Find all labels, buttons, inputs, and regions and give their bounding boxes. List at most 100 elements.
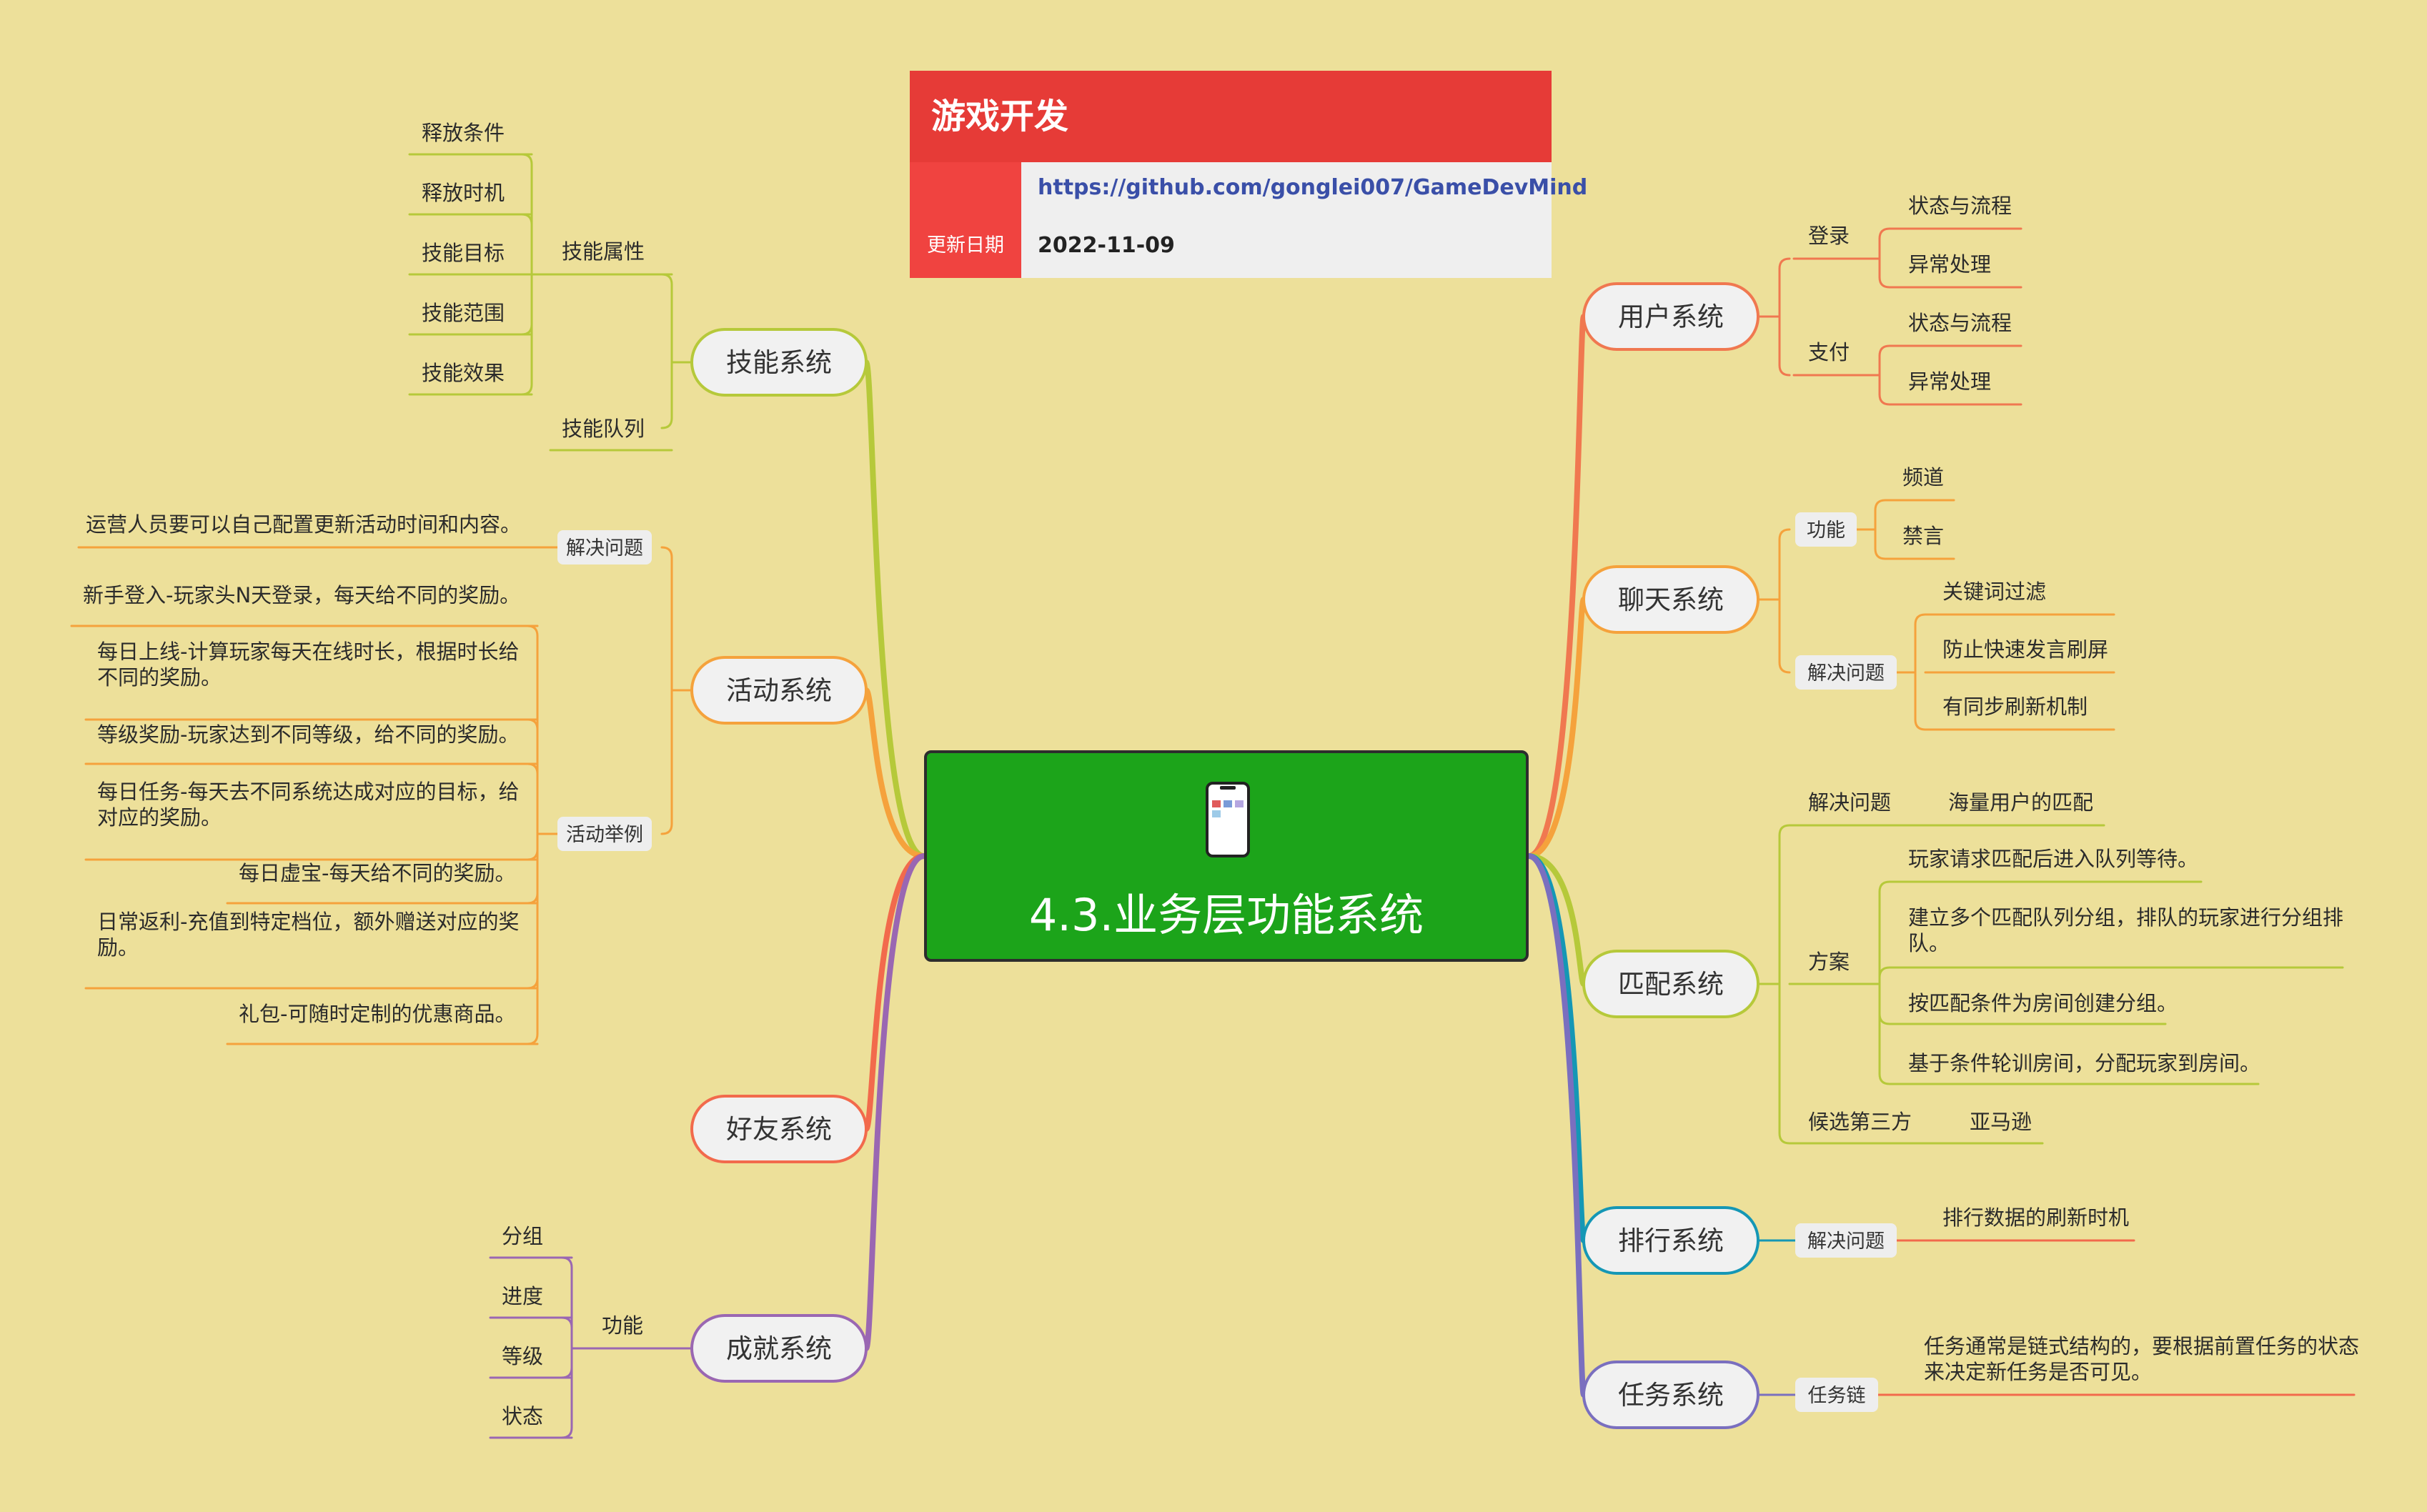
achievement-item: 等级 bbox=[502, 1344, 543, 1368]
connector bbox=[1914, 613, 1927, 674]
central-topic[interactable]: 4.3.业务层功能系统 bbox=[924, 750, 1529, 962]
branch-connector-skill bbox=[863, 359, 927, 859]
connector bbox=[1874, 528, 1887, 560]
user-sub-item: 状态与流程 bbox=[1908, 311, 2012, 335]
match-third-party: 亚马逊 bbox=[1970, 1110, 2032, 1134]
chat-problem-item: 防止快速发言刷屏 bbox=[1942, 637, 2108, 662]
skill-attribute-item: 释放条件 bbox=[422, 121, 505, 145]
branch-chat-label: 聊天系统 bbox=[1618, 585, 1724, 615]
achievement-function: 功能 bbox=[602, 1313, 643, 1338]
branch-connector-chat bbox=[1526, 597, 1587, 859]
match-plan-item: 基于条件轮训房间，分配玩家到房间。 bbox=[1908, 1051, 2260, 1075]
connector bbox=[520, 273, 533, 336]
skill-attribute-item: 技能范围 bbox=[422, 301, 505, 325]
chat-problem-item: 关键词过滤 bbox=[1942, 580, 2046, 604]
activity-example-item: 日常返利-充值到特定档位，额外赠送对应的奖 bbox=[97, 910, 519, 934]
chat-function-tag-label: 功能 bbox=[1807, 519, 1845, 542]
match-problem-text: 海量用户的匹配 bbox=[1948, 790, 2093, 815]
match-plan-item: 玩家请求匹配后进入队列等待。 bbox=[1908, 847, 2198, 871]
chat-function-item: 禁言 bbox=[1902, 524, 1944, 548]
connector bbox=[1878, 227, 1891, 260]
task-chain-tag-label: 任务链 bbox=[1808, 1385, 1866, 1407]
match-plan-label: 方案 bbox=[1808, 950, 1850, 974]
rank-problem-text: 排行数据的刷新时机 bbox=[1942, 1205, 2129, 1230]
branch-connector-user bbox=[1526, 314, 1587, 859]
mobile-phone-icon bbox=[1206, 782, 1250, 857]
skill-attribute-item: 释放时机 bbox=[422, 181, 505, 205]
connector bbox=[1778, 257, 1791, 318]
activity-example-item: 礼包-可随时定制的优惠商品。 bbox=[239, 1002, 515, 1026]
connector bbox=[560, 1347, 573, 1439]
connector bbox=[1878, 257, 1891, 289]
branch-connector-achievement bbox=[863, 853, 927, 1351]
activity-example-item: 等级奖励-玩家达到不同等级，给不同的奖励。 bbox=[97, 722, 519, 747]
central-topic-title: 4.3.业务层功能系统 bbox=[1028, 889, 1424, 941]
match-third-party-label: 候选第三方 bbox=[1808, 1110, 1912, 1134]
connector bbox=[560, 1316, 573, 1350]
connector bbox=[1778, 983, 1791, 1145]
user-sub-item: 异常处理 bbox=[1908, 369, 1991, 394]
connector bbox=[1914, 671, 1927, 731]
task-chain-text: 来决定新任务是否可见。 bbox=[1924, 1360, 2152, 1384]
skill-queue: 技能队列 bbox=[562, 417, 645, 441]
branch-rank-label: 排行系统 bbox=[1618, 1225, 1724, 1256]
connector bbox=[1778, 315, 1791, 377]
connector bbox=[660, 689, 673, 835]
match-problem-label: 解决问题 bbox=[1808, 790, 1891, 815]
chat-function-item: 频道 bbox=[1902, 465, 1944, 489]
activity-problem-text: 运营人员要可以自己配置更新活动时间和内容。 bbox=[86, 512, 521, 537]
task-chain-text: 任务通常是链式结构的，要根据前置任务的状态 bbox=[1924, 1334, 2359, 1358]
connector bbox=[1874, 499, 1887, 531]
activity-example-item: 新手登入-玩家头N天登录，每天给不同的奖励。 bbox=[83, 583, 520, 607]
activity-example-item: 不同的奖励。 bbox=[97, 665, 222, 690]
user-pay: 支付 bbox=[1808, 340, 1850, 364]
connector bbox=[526, 832, 539, 1045]
connector bbox=[660, 546, 673, 692]
activity-example-item: 每日任务-每天去不同系统达成对应的目标，给 bbox=[97, 780, 519, 804]
connector bbox=[1878, 966, 1891, 985]
connector bbox=[1778, 598, 1791, 674]
connector bbox=[1878, 374, 1891, 406]
connector bbox=[1778, 824, 1791, 985]
user-login: 登录 bbox=[1808, 224, 1850, 248]
connector bbox=[526, 832, 539, 861]
user-sub-item: 异常处理 bbox=[1908, 252, 1991, 277]
chat-problem-tag-label: 解决问题 bbox=[1807, 662, 1885, 685]
achievement-item: 进度 bbox=[502, 1284, 543, 1308]
connector bbox=[526, 625, 539, 835]
activity-example-item: 每日上线-计算玩家每天在线时长，根据时长给 bbox=[97, 640, 519, 664]
rank-problem-tag-label: 解决问题 bbox=[1807, 1230, 1885, 1253]
connector bbox=[1878, 983, 1891, 1025]
activity-examples-tag-label: 活动举例 bbox=[566, 824, 643, 846]
branch-task-label: 任务系统 bbox=[1618, 1380, 1724, 1411]
connector bbox=[560, 1347, 573, 1379]
chat-problem-item: 有同步刷新机制 bbox=[1942, 695, 2088, 719]
branch-activity-label: 活动系统 bbox=[726, 675, 832, 706]
user-sub-item: 状态与流程 bbox=[1908, 194, 2012, 218]
activity-example-item: 对应的奖励。 bbox=[97, 805, 222, 830]
match-plan-item: 建立多个匹配队列分组，排队的玩家进行分组排 bbox=[1908, 905, 2343, 930]
connector bbox=[660, 361, 673, 429]
skill-attributes: 技能属性 bbox=[562, 239, 645, 264]
branch-achievement-label: 成就系统 bbox=[726, 1333, 832, 1364]
connector bbox=[660, 273, 673, 364]
match-plan-item: 队。 bbox=[1908, 931, 1950, 955]
activity-problem-tag-label: 解决问题 bbox=[566, 537, 643, 559]
branch-match-label: 匹配系统 bbox=[1618, 969, 1724, 1000]
activity-example-item: 每日虚宝-每天给不同的奖励。 bbox=[239, 861, 515, 885]
achievement-item: 状态 bbox=[502, 1404, 543, 1428]
skill-attribute-item: 技能目标 bbox=[422, 241, 505, 265]
connector bbox=[1878, 344, 1891, 377]
activity-example-item: 励。 bbox=[97, 935, 139, 960]
skill-attribute-item: 技能效果 bbox=[422, 361, 505, 385]
connector bbox=[526, 762, 539, 835]
connector bbox=[560, 1256, 573, 1350]
achievement-item: 分组 bbox=[502, 1224, 543, 1248]
connector bbox=[1878, 983, 1891, 1085]
branch-skill-label: 技能系统 bbox=[726, 347, 832, 378]
connector bbox=[526, 832, 539, 905]
connector bbox=[526, 718, 539, 835]
connector bbox=[520, 213, 533, 276]
branch-connector-friend bbox=[863, 853, 927, 1132]
match-plan-item: 按匹配条件为房间创建分组。 bbox=[1908, 991, 2178, 1015]
